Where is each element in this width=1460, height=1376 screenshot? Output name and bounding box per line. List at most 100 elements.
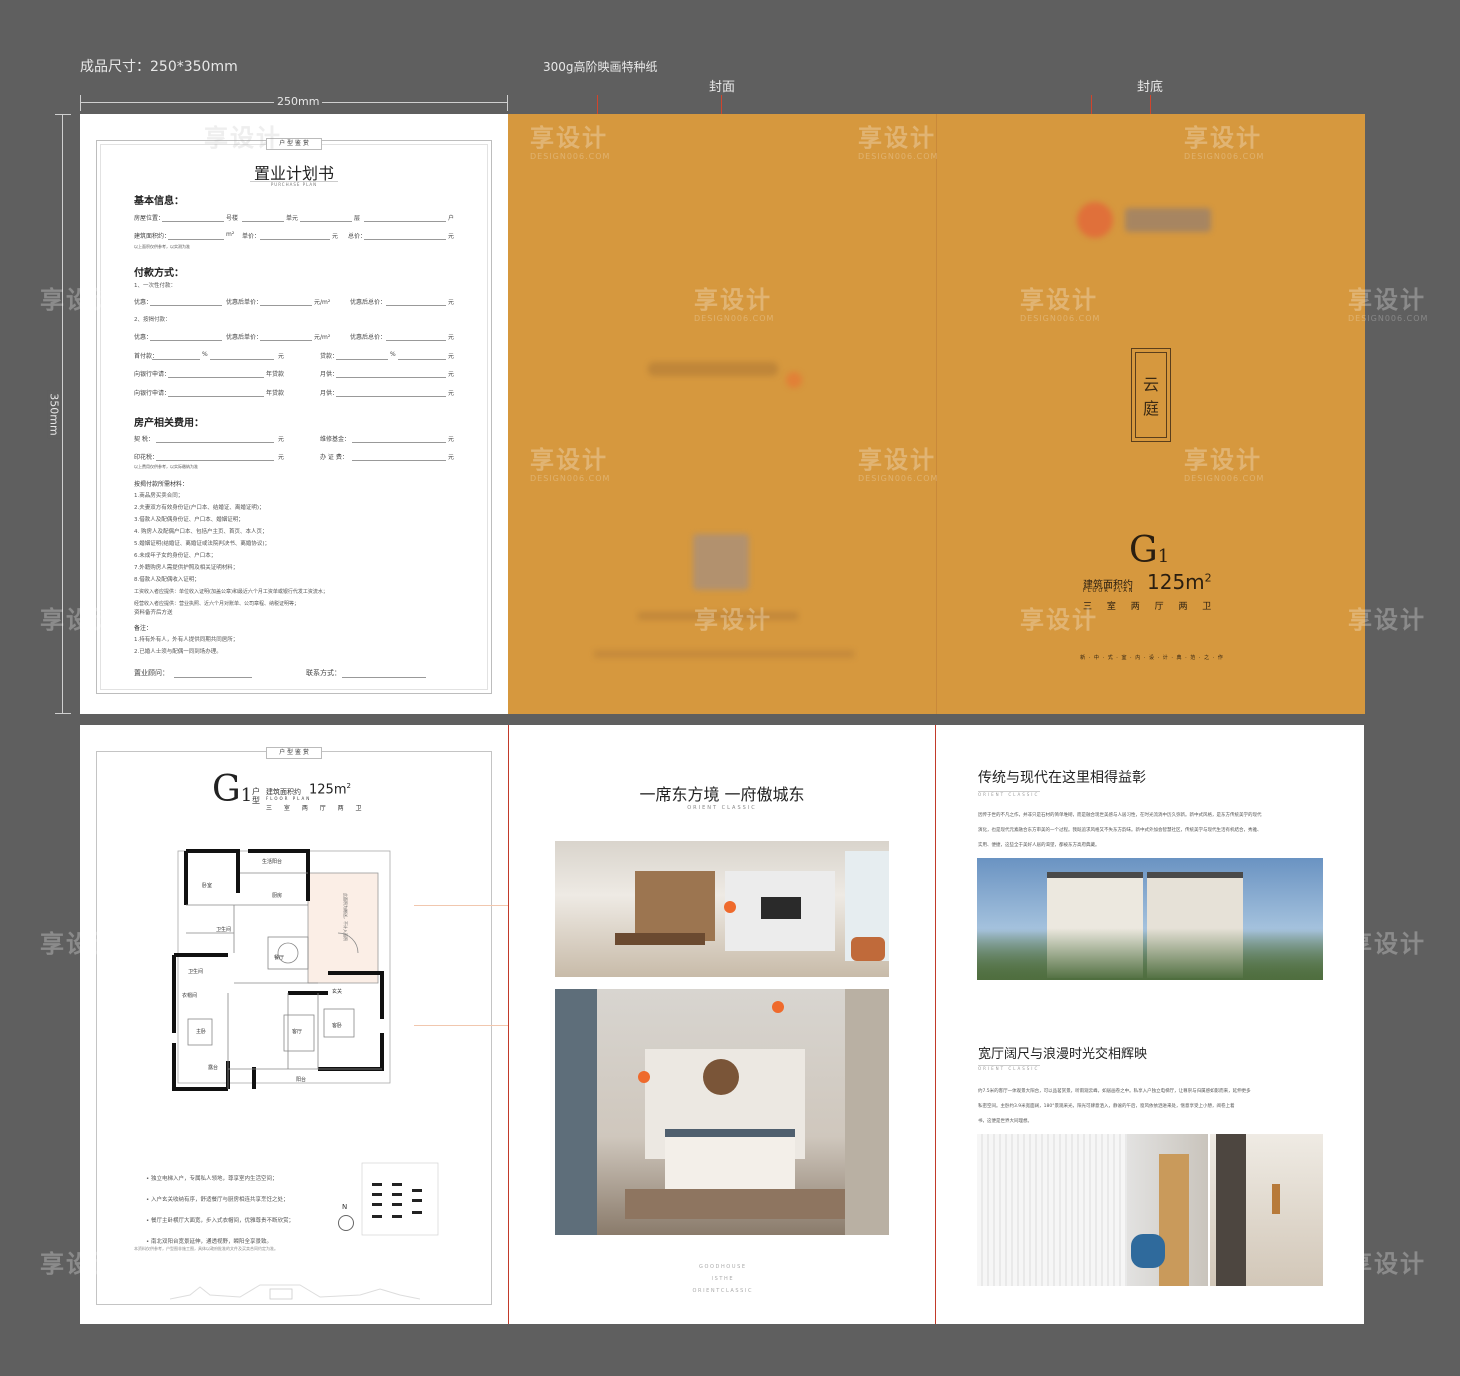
plan-room-label: 衣帽间 [182,992,197,999]
pay2-total-field[interactable] [386,340,446,341]
finished-size-label: 成品尺寸：250*350mm [80,59,238,75]
loan-amount-field[interactable] [398,359,446,360]
purchase-plan-page: 户 型 鉴 赏 置业计划书 PURCHASE PLAN 基本信息： 房屋位置： … [80,114,508,714]
watermark-en: DESIGN006.COM [530,474,611,483]
pay2-unit-price-label: 优惠后单价： [226,334,263,341]
fee-row-1: 契 税： 元 维修基金： 元 [80,434,508,446]
down-payment-field[interactable] [152,359,200,360]
contact-field[interactable] [342,677,426,678]
photo-rug [625,1189,845,1219]
building-photo [977,858,1323,980]
bank1-label: 向银行申请： [134,371,171,378]
photo-lamp [1272,1184,1280,1214]
north-label: N [342,1203,348,1211]
payment-title: 付款方式： [134,268,184,279]
pay1-discount-field[interactable] [150,305,222,306]
unit-letter: G [1129,530,1158,571]
photo-wall-panel [635,871,715,941]
width-dimension-tick-right [507,95,508,111]
field-unit[interactable] [300,221,352,222]
bank1-monthly-field[interactable] [336,377,446,378]
watermark: 享设计 [858,124,936,152]
feature-text-line: 书，这便是世界大同理想。 [978,1119,1032,1124]
feature-text-line: 演化，也是现代元素融合东方审美的一个过程。我既追求风格又不失东方韵味。新中式外加… [978,828,1262,833]
feature-sub-2: ORIENT CLASSIC [978,1065,1040,1071]
field-price[interactable] [260,239,330,240]
fp-area-value: 125m2 [309,782,351,797]
fp-rooms: 三 室 两 厅 两 卫 [266,805,367,812]
hotspot-dot [724,901,736,913]
area-superscript: 2 [1204,571,1212,585]
doc-item: 工资收入者应提供：单位收入证明(加盖公章)和最近六个月工资单或银行代发工资流水； [134,589,328,595]
photo-table [615,933,705,945]
certificate-fee-label: 办 证 费： [320,454,348,461]
feature-text-line: 实用、便捷，这些全于美好人居的渴望，都被东方高府典藏。 [978,843,1100,848]
loan-percent-field[interactable] [336,359,388,360]
stamp-tax-label: 印花税： [134,454,159,461]
watermark: 享设计 [530,446,608,474]
watermark: 享设计 [1020,286,1098,314]
watermark: 享设计 [40,606,118,634]
watermark-en: DESIGN006.COM [1184,152,1265,161]
area-value: 125m2 [1147,570,1212,594]
interior-page: 一席东方境 一府傲城东 ORIENT CLASSIC G O O D H O U… [508,725,936,1324]
photo-sheer-curtain [977,1134,1127,1286]
hotspot-dot [772,1001,784,1013]
payment-one-row: 优惠： 优惠后单价： 元/m² 优惠后总价： 元 [80,297,508,309]
plan-room-label: 主卧 [196,1028,206,1035]
bank2-monthly-field[interactable] [336,396,446,397]
brand-logo-text: 品牌 [1125,208,1211,232]
bank1-yuan: 元 [448,371,455,378]
feature-text-line: 约7.5米的客厅一体观景大阳台，可以品茗赏景，听雨观云峰，如居画卷之中。私享入户… [978,1089,1251,1094]
watermark-en: DESIGN006.COM [1348,314,1429,323]
loan-yuan: 元 [448,353,455,360]
field-floor[interactable] [364,221,446,222]
watermark-en: DESIGN006.COM [858,474,939,483]
basic-label-unit: 单元 [286,215,299,222]
payment-two-row: 优惠： 优惠后单价： 元/m² 优惠后总价： 元 [80,332,508,344]
consultant-field[interactable] [174,677,252,678]
bank2-yuan: 元 [448,390,455,397]
floor-plan-en: FLOOR PLAN [1083,588,1135,594]
contact-label: 联系方式： [306,669,341,677]
lounge-photo [977,1134,1208,1286]
compass-icon [338,1215,354,1231]
doc-item: 3.借款人及配偶身份证、户口本、婚姻证明； [134,517,244,523]
area-note: 以上面积仅供参考，以实测为准 [134,244,190,249]
field-area[interactable] [168,239,224,240]
basic-label-yuan2: 元 [448,233,455,240]
fp-bullet-text: 入户玄关收纳有序，舒适餐厅与厨房相连共享烹饪之处； [151,1197,289,1203]
certificate-fee-field[interactable] [352,460,446,461]
basic-label-yuan: 元 [332,233,339,240]
deed-tax-yuan: 元 [278,436,285,443]
cover-qr-blurred [693,534,749,590]
photo-panel [1216,1134,1246,1286]
pay1-total-field[interactable] [386,305,446,306]
bank2-field[interactable] [168,396,264,397]
doc-item: 5.婚姻证明(结婚证、离婚证或法院判决书、离婚协议)； [134,541,271,547]
pay2-unit-price-field[interactable] [260,340,312,341]
deed-tax-field[interactable] [156,442,274,443]
fp-bullet: • 独立电梯入户，专属私人领地，尊享室内生活空间； [146,1176,278,1182]
bedroom-photo [555,989,889,1235]
bank1-field[interactable] [168,377,264,378]
down-payment-amount-field[interactable] [210,359,274,360]
maintenance-field[interactable] [352,442,446,443]
form-subtitle: PURCHASE PLAN [250,181,338,187]
basic-label-door: 户 [448,215,455,222]
field-building[interactable] [242,221,284,222]
field-location[interactable] [162,221,224,222]
interior-subtitle: ORIENT CLASSIC [687,805,757,811]
site-key-plan [361,1162,439,1236]
plan-room-label: 生活阳台 [262,858,282,865]
pay2-discount-field[interactable] [150,340,222,341]
field-total[interactable] [364,239,446,240]
photo-wardrobe [845,989,889,1235]
pay1-unit-price-field[interactable] [260,305,312,306]
doc-item: 4. 购房人及配偶户口本、包括户主页、首页、本人页； [134,529,268,535]
remarks-title: 备注： [134,625,153,632]
fp-bullet-text: 餐厅主卧横厅大面宽，步入式衣帽间，优雅尊贵不断欣赏； [151,1218,295,1224]
fp-unit-number: 1 [240,785,253,806]
watermark-en: DESIGN006.COM [858,152,939,161]
stamp-tax-field[interactable] [156,460,274,461]
